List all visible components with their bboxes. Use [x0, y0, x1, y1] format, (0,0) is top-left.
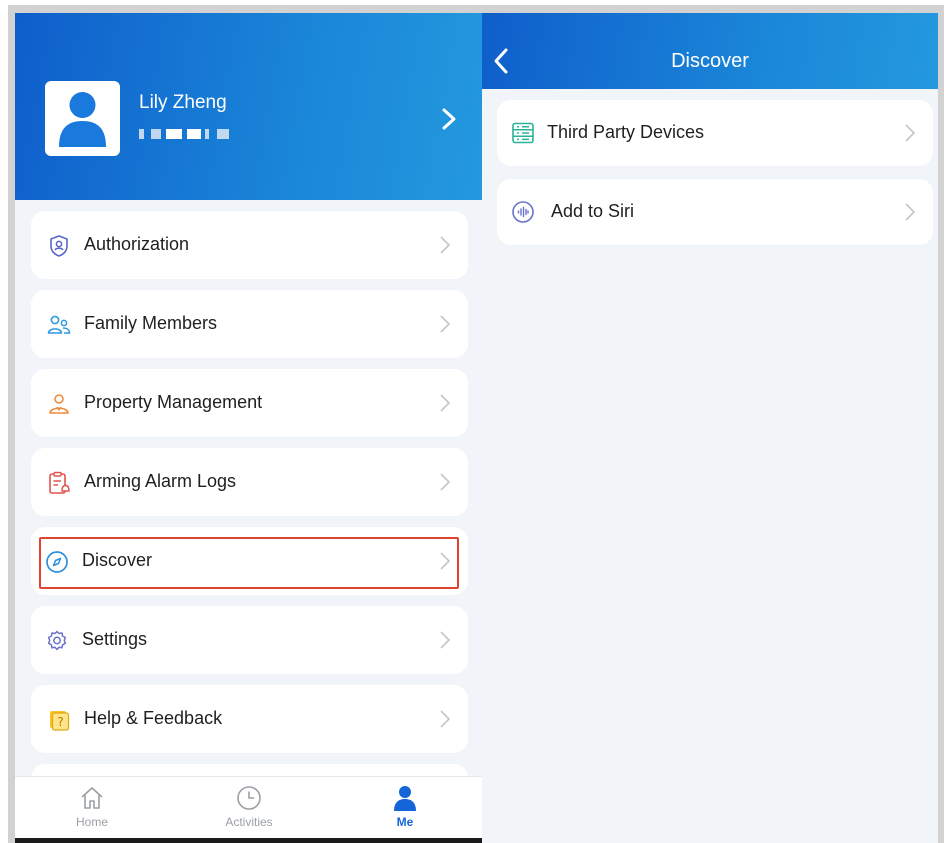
person-icon	[394, 786, 416, 811]
menu-item-arming-alarm-logs[interactable]: Arming Alarm Logs	[31, 448, 468, 516]
family-members-icon	[47, 315, 71, 334]
chevron-right-icon	[440, 473, 451, 491]
discover-item-add-to-siri[interactable]: Add to Siri	[497, 179, 933, 245]
tab-label: Home	[75, 815, 108, 829]
menu-item-label: Settings	[82, 629, 148, 649]
property-management-icon	[49, 394, 69, 414]
clock-icon	[237, 786, 261, 810]
chevron-right-icon[interactable]	[439, 107, 459, 131]
chevron-right-icon	[440, 236, 451, 254]
tab-home[interactable]: Home	[52, 785, 132, 840]
devices-list-icon	[512, 122, 534, 144]
user-avatar-icon	[59, 92, 106, 147]
discover-item-label: Add to Siri	[551, 201, 635, 221]
shield-user-icon	[50, 235, 68, 257]
chevron-right-icon	[440, 631, 451, 649]
menu-item-label: Help & Feedback	[84, 708, 223, 728]
discover-item-third-party-devices[interactable]: Third Party Devices	[497, 100, 933, 166]
menu-item-family-members[interactable]: Family Members	[31, 290, 468, 358]
chevron-right-icon	[440, 315, 451, 333]
tab-bar: Home Activities Me	[15, 776, 482, 843]
discover-screen: Discover Third Party Devices Add to Siri	[482, 13, 938, 843]
tab-me[interactable]: Me	[365, 785, 445, 840]
menu-item-label: Authorization	[84, 234, 190, 254]
menu-item-help-feedback[interactable]: ? Help & Feedback	[31, 685, 468, 753]
avatar	[45, 81, 120, 156]
page-title: Discover	[671, 50, 749, 72]
profile-account-obscured	[139, 127, 239, 141]
chevron-right-icon	[905, 203, 916, 221]
siri-icon	[512, 201, 534, 223]
tab-label: Activities	[225, 815, 273, 829]
home-indicator-bar	[15, 838, 482, 843]
nav-bar: Discover	[482, 13, 938, 89]
svg-text:?: ?	[57, 715, 63, 729]
profile-name: Lily Zheng	[139, 92, 227, 113]
chevron-right-icon	[440, 710, 451, 728]
me-screen: Lily Zheng Authorization Family Members …	[15, 13, 482, 843]
discover-item-label: Third Party Devices	[547, 122, 705, 142]
tab-activities[interactable]: Activities	[209, 785, 289, 840]
tab-label: Me	[396, 815, 414, 829]
gear-icon	[47, 630, 67, 651]
home-icon	[81, 787, 103, 809]
help-icon: ?	[50, 711, 70, 731]
chevron-right-icon	[905, 124, 916, 142]
alarm-log-icon	[49, 471, 70, 494]
menu-item-label: Arming Alarm Logs	[84, 471, 237, 491]
menu-item-authorization[interactable]: Authorization	[31, 211, 468, 279]
menu-item-property-management[interactable]: Property Management	[31, 369, 468, 437]
menu-item-label: Family Members	[84, 313, 218, 333]
menu-item-label: Property Management	[84, 392, 263, 412]
menu-item-settings[interactable]: Settings	[31, 606, 468, 674]
discover-highlight-box	[39, 537, 459, 589]
profile-header[interactable]: Lily Zheng	[15, 13, 482, 200]
chevron-right-icon	[440, 394, 451, 412]
